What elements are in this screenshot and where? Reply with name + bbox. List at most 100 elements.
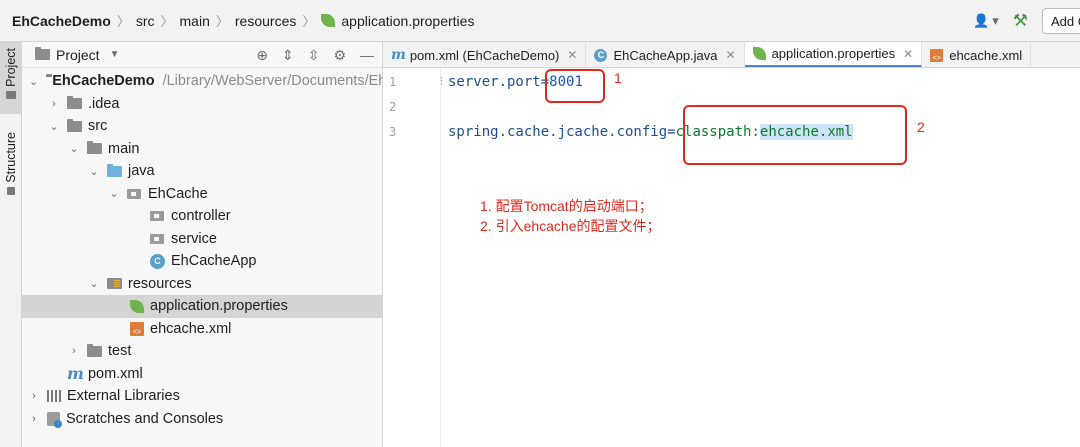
close-icon[interactable]: ✕ [567,48,577,62]
project-panel-title: Project [56,46,100,63]
folder-icon [5,90,16,99]
tree-item-idea[interactable]: › .idea [22,93,382,116]
project-view-selector[interactable]: Project ▼ [35,47,119,63]
tab-label: application.properties [771,46,896,61]
breadcrumb-item-main[interactable]: main [180,13,210,29]
close-icon[interactable]: ✕ [726,48,736,62]
maven-icon: m [391,47,406,63]
tab-label: pom.xml (EhCacheDemo) [409,47,560,63]
annotation-note: 2. 引入ehcache的配置文件； [480,218,661,234]
spring-class-icon: C [594,48,608,62]
breadcrumb-item-resources[interactable]: resources [235,13,296,29]
tree-item-java[interactable]: ⌄ java [22,160,382,183]
tree-item-application-properties[interactable]: application.properties [22,295,382,318]
tree-item-label: src [88,118,108,135]
tab-ehcache-xml[interactable]: <> ehcache.xml [922,42,1032,67]
package-icon [150,211,164,222]
annotation-box-1 [545,69,605,103]
tree-item-pom-xml[interactable]: m pom.xml [22,363,382,386]
chevron-down-icon: ⌄ [89,278,99,291]
property-key: spring.cache.jcache.config [448,124,668,140]
tree-item-ehcache-package[interactable]: ⌄ EhCache [22,183,382,206]
folder-icon [67,96,82,110]
minimize-icon[interactable]: — [360,47,374,63]
breadcrumb-file-label: application.properties [341,12,475,29]
breadcrumb-separator-icon: 〉 [215,14,229,29]
toolbar-right: 👤 ▾ ⚒ Add Configuration [973,0,1080,42]
tree-item-test[interactable]: › test [22,340,382,363]
tree-item-label: resources [128,275,192,292]
gear-icon[interactable]: ⚙ [333,47,346,64]
spring-properties-icon [130,299,144,313]
chevron-down-icon: ⌄ [49,120,59,133]
tree-item-label: test [108,343,132,360]
tab-ehcacheapp-java[interactable]: C EhCacheApp.java ✕ [586,42,745,67]
tree-item-scratches[interactable]: › Scratches and Consoles [22,408,382,431]
tree-item-controller[interactable]: controller [22,205,382,228]
package-icon [150,233,164,244]
tab-application-properties[interactable]: application.properties ✕ [744,42,923,67]
annotation-note: 1. 配置Tomcat的启动端口； [480,198,653,214]
chevron-right-icon: › [72,345,76,358]
tab-label: EhCacheApp.java [613,47,718,63]
maven-icon: m [67,364,84,384]
chevron-down-icon: ⌄ [29,75,39,88]
resources-folder-icon [107,278,122,290]
tool-tab-project[interactable]: Project [0,42,21,114]
expand-all-icon[interactable]: ⇕ [282,47,294,64]
spring-properties-icon [752,47,766,60]
tree-item-ehcache-xml[interactable]: <> ehcache.xml [22,318,382,341]
annotation-number-1: 1 [614,70,622,86]
tree-item-resources[interactable]: ⌄ resources [22,273,382,296]
editor-tabs: m pom.xml (EhCacheDemo) ✕ C EhCacheApp.j… [383,42,1080,68]
annotation-number-2: 2 [917,119,925,135]
breadcrumb-item-project[interactable]: EhCacheDemo [12,13,111,29]
folder-icon [67,118,82,132]
tool-tab-structure[interactable]: Structure [0,126,21,212]
tree-item-label: java [128,163,155,180]
libraries-icon [47,390,61,403]
project-panel-header: Project ▼ ⊕ ⇕ ⇳ ⚙ — [22,42,382,68]
tree-item-ehcacheapp[interactable]: C EhCacheApp [22,250,382,273]
locate-target-icon[interactable]: ⊕ [256,47,268,64]
tree-item-label: External Libraries [67,388,180,405]
source-folder-icon [107,163,122,177]
close-icon[interactable]: ✕ [903,47,913,61]
tree-item-label: ehcache.xml [150,320,232,337]
folder-icon [87,141,102,155]
user-menu-button[interactable]: 👤 ▾ [973,13,999,29]
tree-item-label: application.properties [150,298,288,315]
navigation-bar: EhCacheDemo 〉 src 〉 main 〉 resources 〉 a… [0,0,1080,42]
tree-item-src[interactable]: ⌄ src [22,115,382,138]
line-number: 3 [389,125,397,139]
property-key: server.port [448,74,541,90]
tree-item-label: controller [171,208,231,225]
tree-item-label: pom.xml [87,365,143,382]
breadcrumb-item-file[interactable]: application.properties [321,13,474,29]
breadcrumb-item-src[interactable]: src [136,13,155,29]
folder-icon [35,47,50,60]
build-hammer-icon[interactable]: ⚒ [1013,11,1028,31]
annotation-box-2 [683,105,907,165]
breadcrumb: EhCacheDemo 〉 src 〉 main 〉 resources 〉 a… [0,11,474,30]
equals-sign: = [667,124,676,140]
tree-item-external-libraries[interactable]: › External Libraries [22,385,382,408]
chevron-down-icon: ▼ [109,49,120,60]
xml-file-icon: <> [130,321,144,336]
tree-item-main[interactable]: ⌄ main [22,138,382,161]
tree-item-label: .idea [88,95,120,112]
tree-item-label: EhCache [148,185,208,202]
xml-file-icon: <> [930,48,944,62]
breadcrumb-separator-icon: 〉 [302,14,316,29]
tab-pom-xml[interactable]: m pom.xml (EhCacheDemo) ✕ [383,42,587,67]
line-number: 2 [389,100,397,114]
breadcrumb-separator-icon: 〉 [160,14,174,29]
tree-item-label: main [108,140,140,157]
tree-item-project-root[interactable]: ⌄ EhCacheDemo /Library/WebServer/Documen… [22,70,467,93]
tree-item-service[interactable]: service [22,228,382,251]
chevron-right-icon: › [52,97,56,110]
collapse-all-icon[interactable]: ⇳ [308,47,320,64]
tool-tab-structure-label: Structure [3,132,18,183]
scratches-icon [47,411,62,428]
add-configuration-button[interactable]: Add Configuration [1042,8,1080,34]
